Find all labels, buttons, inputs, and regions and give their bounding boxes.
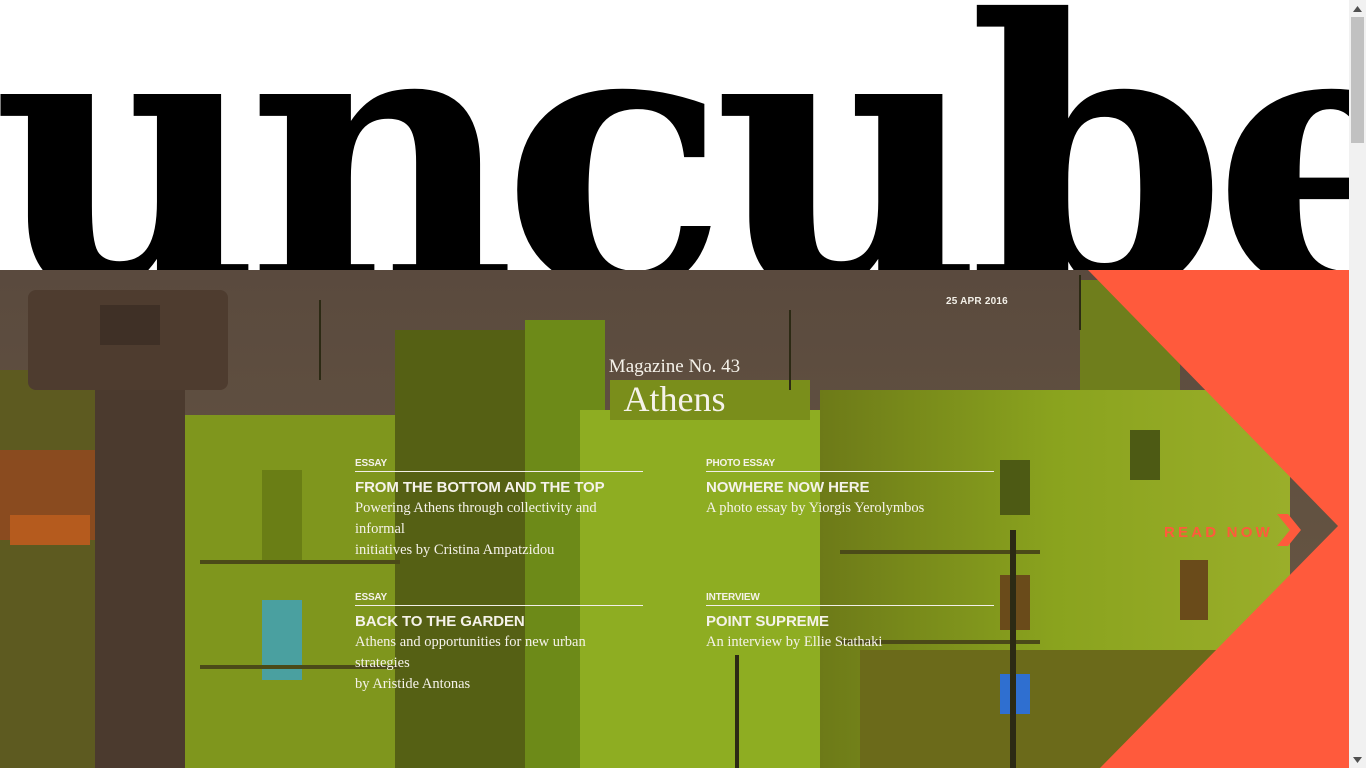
article-subtitle: An interview by Ellie Stathaki <box>706 632 994 653</box>
article-category: PHOTO ESSAY <box>706 458 994 472</box>
hero-issue-banner[interactable]: 25 APR 2016 Magazine No. 43 Athens ESSAY… <box>0 270 1349 768</box>
article-subtitle-line: initiatives by Cristina Ampatzidou <box>355 542 555 558</box>
article-subtitle-line: Powering Athens through collectivity and… <box>355 500 597 537</box>
hero-background-image <box>0 270 1349 768</box>
article-title[interactable]: NOWHERE NOW HERE <box>706 479 994 497</box>
article-category: ESSAY <box>355 592 643 606</box>
read-now-label: READ NOW <box>1164 523 1273 541</box>
scroll-up-icon[interactable] <box>1349 0 1366 17</box>
article-card[interactable]: PHOTO ESSAY NOWHERE NOW HERE A photo ess… <box>706 458 994 519</box>
issue-title[interactable]: Athens <box>0 378 1349 420</box>
article-title[interactable]: BACK TO THE GARDEN <box>355 613 643 631</box>
article-title[interactable]: FROM THE BOTTOM AND THE TOP <box>355 479 643 497</box>
article-category: INTERVIEW <box>706 592 994 606</box>
chevron-right-icon <box>1275 514 1301 550</box>
article-subtitle-line: An interview by Ellie Stathaki <box>706 634 883 650</box>
scroll-down-icon[interactable] <box>1349 751 1366 768</box>
vertical-scrollbar[interactable] <box>1349 0 1366 768</box>
masthead: uncube <box>0 0 1349 270</box>
page: uncube 25 APR 2016 Magazine No. 43 Athen… <box>0 0 1349 768</box>
article-card[interactable]: ESSAY FROM THE BOTTOM AND THE TOP Poweri… <box>355 458 643 561</box>
read-now-link[interactable]: READ NOW <box>1164 514 1301 550</box>
site-logo[interactable]: uncube <box>0 0 1349 270</box>
article-subtitle: Powering Athens through collectivity and… <box>355 498 643 561</box>
article-subtitle-line: A photo essay by Yiorgis Yerolymbos <box>706 500 925 516</box>
issue-number: Magazine No. 43 <box>608 356 741 377</box>
issue-date: 25 APR 2016 <box>946 296 1008 307</box>
article-card[interactable]: ESSAY BACK TO THE GARDEN Athens and oppo… <box>355 592 643 695</box>
scrollbar-thumb[interactable] <box>1351 17 1364 143</box>
article-subtitle-line: by Aristide Antonas <box>355 676 471 692</box>
article-subtitle-line: Athens and opportunities for new urban s… <box>355 634 586 671</box>
article-subtitle: Athens and opportunities for new urban s… <box>355 632 643 695</box>
article-subtitle: A photo essay by Yiorgis Yerolymbos <box>706 498 994 519</box>
article-card[interactable]: INTERVIEW POINT SUPREME An interview by … <box>706 592 994 653</box>
article-category: ESSAY <box>355 458 643 472</box>
article-title[interactable]: POINT SUPREME <box>706 613 994 631</box>
